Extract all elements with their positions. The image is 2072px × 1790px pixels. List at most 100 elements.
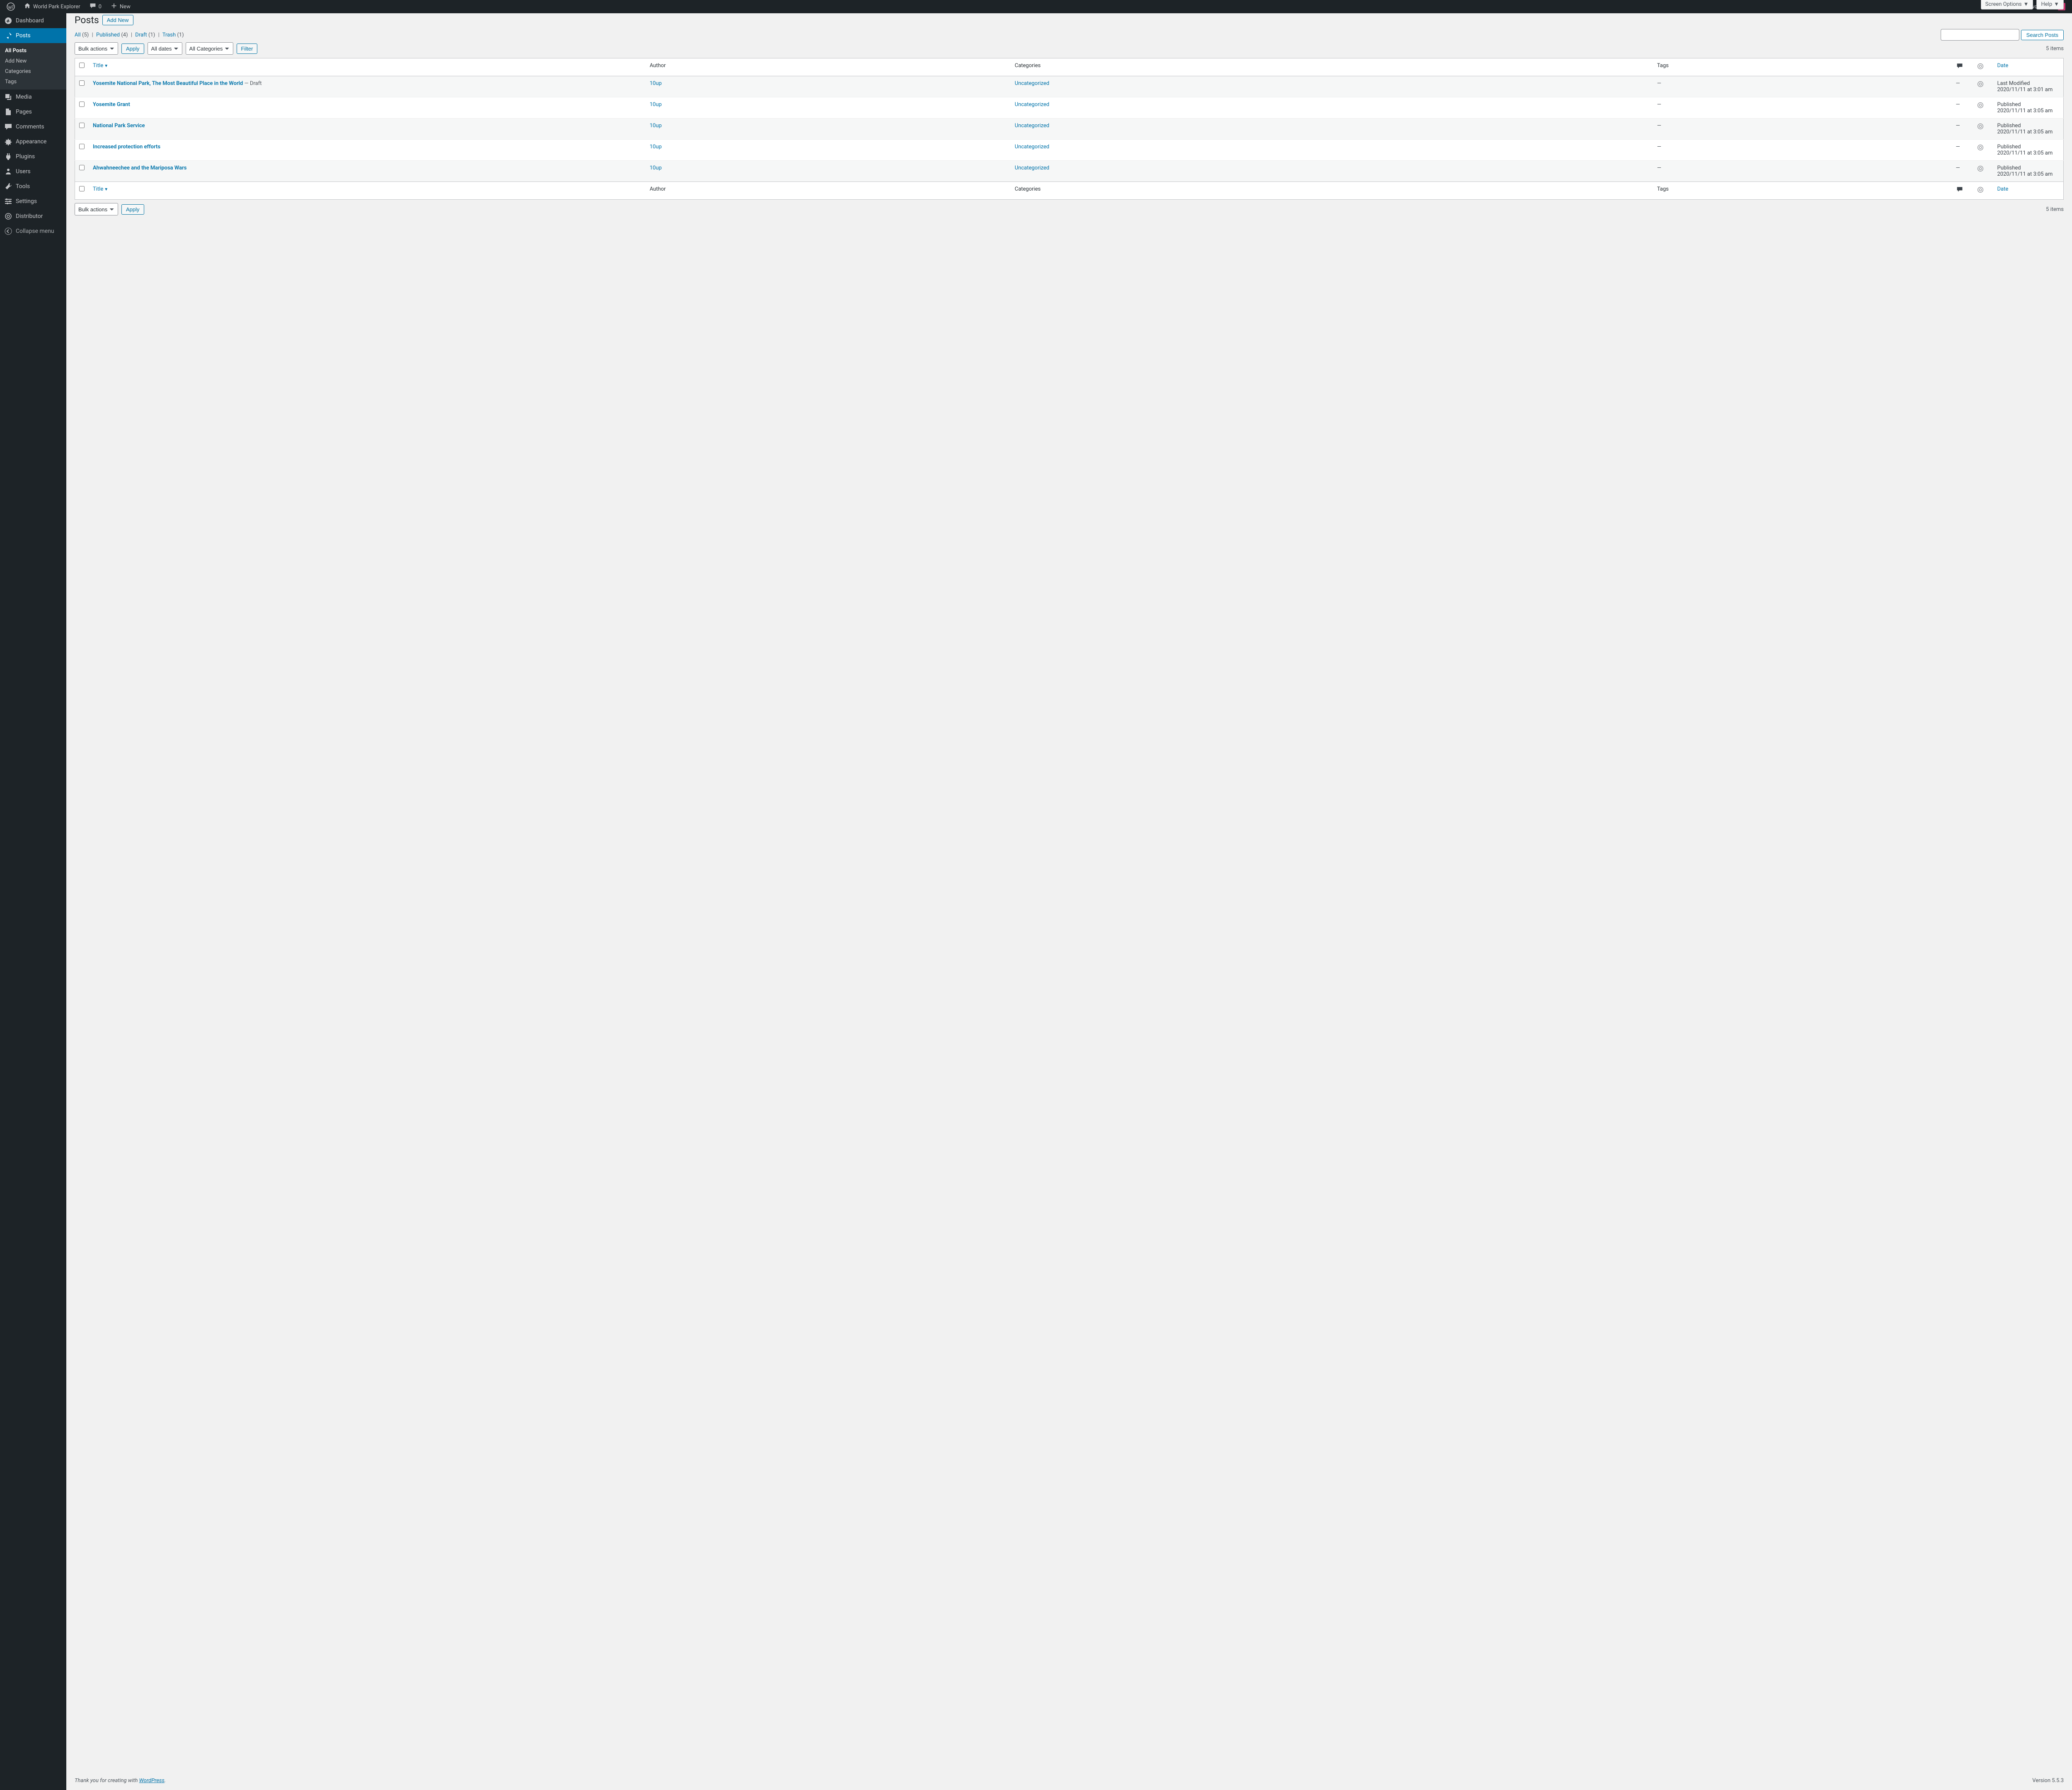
add-new-button[interactable]: Add New (102, 15, 133, 25)
site-link[interactable]: World Park Explorer (21, 0, 84, 13)
sidebar-label: Distributor (16, 213, 43, 220)
appearance-icon (4, 138, 12, 146)
site-name: World Park Explorer (33, 4, 80, 10)
category-link[interactable]: Uncategorized (1015, 102, 1049, 108)
row-checkbox[interactable] (79, 144, 85, 149)
author-link[interactable]: 10up (650, 80, 662, 87)
post-title-link[interactable]: National Park Service (93, 123, 145, 129)
sidebar-item-tools[interactable]: Tools (0, 179, 66, 194)
footer-version: Version 5.5.3 (2032, 1778, 2064, 1784)
author-link[interactable]: 10up (650, 102, 662, 108)
sidebar-item-plugins[interactable]: Plugins (0, 149, 66, 164)
col-date[interactable]: Date (1993, 182, 2064, 200)
author-link[interactable]: 10up (650, 123, 662, 129)
bulk-actions-select-bottom[interactable]: Bulk actions (75, 203, 118, 215)
footer-thanks: Thank you for creating with WordPress. (75, 1778, 166, 1784)
select-all-checkbox[interactable] (79, 63, 85, 68)
search-input[interactable] (1941, 29, 2019, 41)
media-icon (4, 93, 12, 101)
post-status: — Draft (243, 80, 261, 87)
help-button[interactable]: Help ▼ (2036, 0, 2064, 10)
tags-cell: — (1653, 140, 1952, 161)
comments-cell: — (1952, 140, 1973, 161)
table-row: Ahwahneechee and the Mariposa Wars 10up … (75, 161, 2064, 182)
row-checkbox[interactable] (79, 123, 85, 128)
col-title[interactable]: Title▼ (89, 58, 646, 76)
bulk-actions-select[interactable]: Bulk actions (75, 42, 118, 55)
sidebar-label: Tools (16, 183, 30, 190)
category-link[interactable]: Uncategorized (1015, 123, 1049, 129)
sidebar-item-appearance[interactable]: Appearance (0, 134, 66, 149)
wp-logo-icon[interactable] (3, 0, 18, 13)
submenu-tags[interactable]: Tags (0, 77, 66, 87)
post-title-link[interactable]: Yosemite National Park, The Most Beautif… (93, 80, 243, 87)
post-title-link[interactable]: Ahwahneechee and the Mariposa Wars (93, 165, 186, 171)
row-checkbox[interactable] (79, 165, 85, 170)
settings-icon (4, 197, 12, 206)
dates-select[interactable]: All dates (148, 42, 182, 55)
filter-draft[interactable]: Draft (135, 32, 147, 38)
screen-options-button[interactable]: Screen Options ▼ (1981, 0, 2033, 10)
sidebar-item-posts[interactable]: Posts (0, 28, 66, 43)
tools-icon (4, 182, 12, 191)
sidebar-item-dashboard[interactable]: Dashboard (0, 13, 66, 28)
category-link[interactable]: Uncategorized (1015, 80, 1049, 87)
col-tags: Tags (1653, 58, 1952, 76)
filter-button[interactable]: Filter (237, 44, 258, 54)
search-button[interactable]: Search Posts (2021, 30, 2064, 40)
sidebar-item-media[interactable]: Media (0, 90, 66, 104)
date-cell: Published2020/11/11 at 3:05 am (1993, 140, 2064, 161)
collapse-menu[interactable]: Collapse menu (0, 224, 66, 239)
page-title: Posts (75, 15, 99, 26)
sidebar-item-comments[interactable]: Comments (0, 119, 66, 134)
items-count: 5 items (2046, 46, 2064, 52)
comments-icon (4, 123, 12, 131)
date-cell: Published2020/11/11 at 3:05 am (1993, 161, 2064, 182)
filter-published[interactable]: Published (96, 32, 120, 38)
distributor-cell (1973, 140, 1993, 161)
submenu-categories[interactable]: Categories (0, 66, 66, 77)
table-row: Increased protection efforts 10up Uncate… (75, 140, 2064, 161)
sidebar-item-distributor[interactable]: Distributor (0, 209, 66, 224)
categories-select[interactable]: All Categories (186, 42, 233, 55)
collapse-label: Collapse menu (16, 228, 54, 235)
col-author: Author (646, 182, 1011, 200)
distributor-cell (1973, 119, 1993, 140)
filter-all[interactable]: All (75, 32, 81, 38)
filter-trash[interactable]: Trash (162, 32, 176, 38)
comments-cell: — (1952, 76, 1973, 97)
row-checkbox[interactable] (79, 80, 85, 86)
col-date[interactable]: Date (1993, 58, 2064, 76)
submenu-add-new[interactable]: Add New (0, 56, 66, 66)
apply-button-bottom[interactable]: Apply (121, 204, 144, 215)
sort-down-icon: ▼ (104, 64, 108, 68)
submenu-all-posts[interactable]: All Posts (0, 46, 66, 56)
tags-cell: — (1653, 119, 1952, 140)
sidebar-item-settings[interactable]: Settings (0, 194, 66, 209)
sidebar-label: Pages (16, 109, 32, 115)
wordpress-link[interactable]: WordPress (139, 1778, 165, 1784)
col-tags: Tags (1653, 182, 1952, 200)
select-all-checkbox-bottom[interactable] (79, 186, 85, 191)
users-icon (4, 167, 12, 176)
apply-button[interactable]: Apply (121, 44, 144, 54)
sidebar-label: Media (16, 94, 32, 100)
date-cell: Published2020/11/11 at 3:05 am (1993, 119, 2064, 140)
sort-down-icon: ▼ (104, 187, 108, 192)
sidebar-label: Appearance (16, 138, 46, 145)
sidebar-item-users[interactable]: Users (0, 164, 66, 179)
post-title-link[interactable]: Yosemite Grant (93, 102, 130, 108)
category-link[interactable]: Uncategorized (1015, 165, 1049, 171)
col-categories: Categories (1011, 58, 1653, 76)
row-checkbox[interactable] (79, 102, 85, 107)
sidebar-item-pages[interactable]: Pages (0, 104, 66, 119)
col-title[interactable]: Title▼ (89, 182, 646, 200)
table-row: Yosemite Grant 10up Uncategorized — — Pu… (75, 97, 2064, 119)
sidebar-label: Dashboard (16, 17, 44, 24)
author-link[interactable]: 10up (650, 144, 662, 150)
post-title-link[interactable]: Increased protection efforts (93, 144, 160, 150)
author-link[interactable]: 10up (650, 165, 662, 171)
category-link[interactable]: Uncategorized (1015, 144, 1049, 150)
collapse-icon (4, 227, 12, 235)
sidebar-label: Users (16, 168, 31, 175)
